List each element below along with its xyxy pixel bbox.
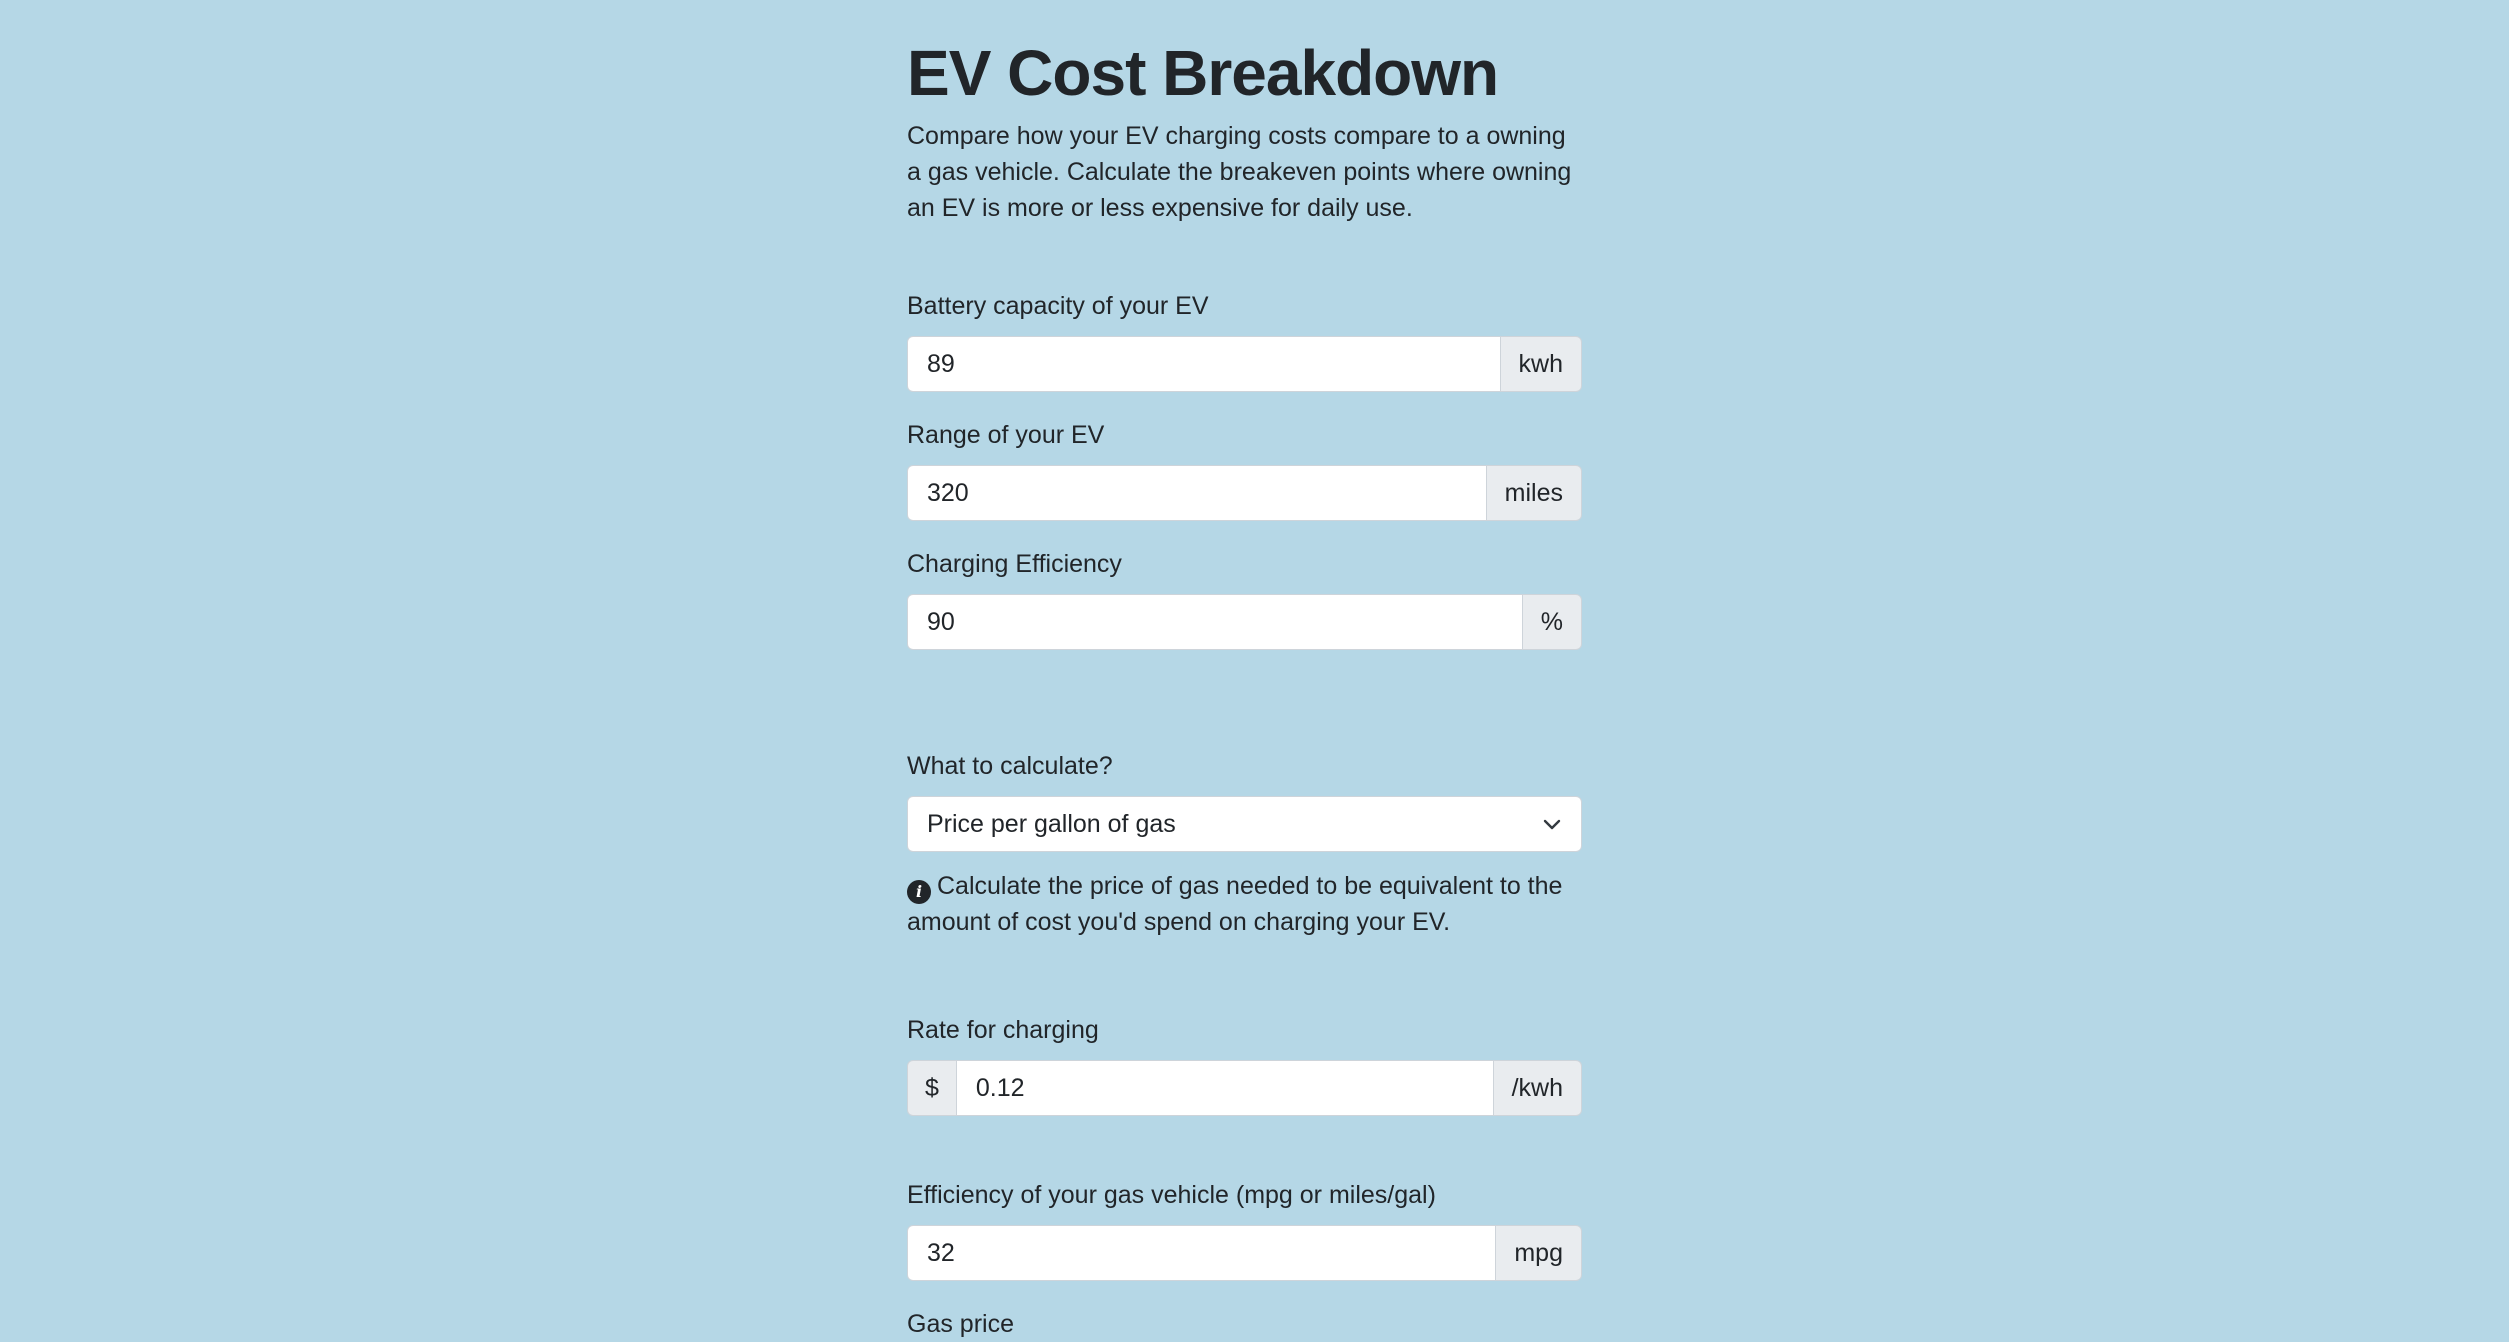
- gas-vehicle-efficiency-input[interactable]: [907, 1225, 1497, 1281]
- info-circle-icon: i: [907, 880, 931, 904]
- charging-efficiency-group: %: [907, 594, 1582, 650]
- battery-capacity-input[interactable]: [907, 336, 1501, 392]
- efficiency-unit-addon: %: [1522, 594, 1582, 650]
- dollar-prefix-addon: $: [907, 1060, 957, 1116]
- battery-capacity-label: Battery capacity of your EV: [907, 292, 1209, 320]
- range-label: Range of your EV: [907, 421, 1105, 449]
- range-group: miles: [907, 465, 1582, 521]
- charging-efficiency-label: Charging Efficiency: [907, 550, 1122, 578]
- charging-efficiency-input[interactable]: [907, 594, 1523, 650]
- page-description: Compare how your EV charging costs compa…: [907, 122, 1572, 222]
- range-unit-addon: miles: [1486, 465, 1582, 521]
- charging-rate-label: Rate for charging: [907, 1016, 1099, 1044]
- range-input[interactable]: [907, 465, 1487, 521]
- gas-price-label: Gas price: [907, 1310, 1014, 1338]
- calculate-hint: i Calculate the price of gas needed to be…: [907, 868, 1582, 940]
- calculate-label: What to calculate?: [907, 752, 1113, 780]
- battery-unit-addon: kwh: [1500, 336, 1582, 392]
- mpg-unit-addon: mpg: [1496, 1225, 1582, 1281]
- charging-rate-input[interactable]: [956, 1060, 1494, 1116]
- battery-capacity-group: kwh: [907, 336, 1582, 392]
- gas-vehicle-efficiency-group: mpg: [907, 1225, 1582, 1281]
- calculate-select[interactable]: Price per gallon of gas: [907, 796, 1582, 852]
- page-title: EV Cost Breakdown: [907, 37, 1499, 109]
- calculate-selected-value: Price per gallon of gas: [927, 809, 1176, 838]
- charging-rate-group: $ /kwh: [907, 1060, 1582, 1116]
- calculate-hint-text: Calculate the price of gas needed to be …: [907, 872, 1563, 936]
- rate-unit-addon: /kwh: [1493, 1060, 1582, 1116]
- chevron-down-icon: [1542, 814, 1562, 834]
- gas-vehicle-efficiency-label: Efficiency of your gas vehicle (mpg or m…: [907, 1181, 1436, 1209]
